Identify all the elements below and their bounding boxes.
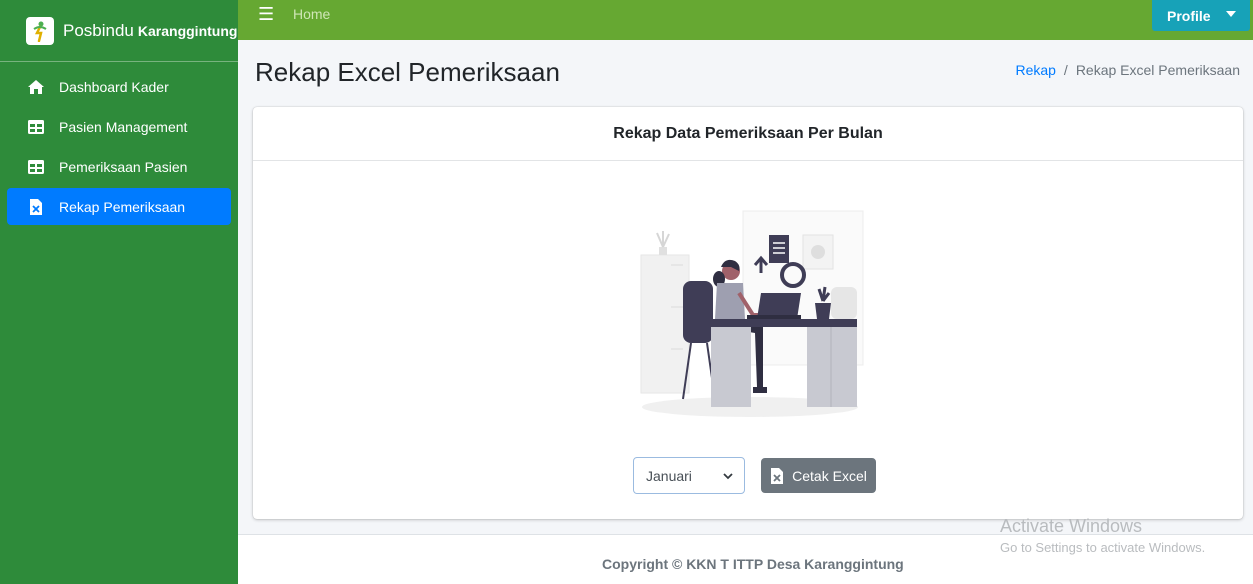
home-icon bbox=[27, 79, 45, 95]
excel-file-icon bbox=[27, 198, 45, 215]
profile-label: Profile bbox=[1167, 7, 1211, 24]
sidebar-item-label: Pasien Management bbox=[59, 118, 188, 135]
cetak-excel-label: Cetak Excel bbox=[792, 467, 867, 484]
windows-watermark-title: Activate Windows bbox=[1000, 516, 1143, 536]
sidebar-nav: Dashboard Kader Pasien Management Pemeri… bbox=[0, 68, 238, 225]
sidebar: Posbindu Karanggintung Dashboard Kader P… bbox=[0, 0, 238, 584]
breadcrumb: Rekap / Rekap Excel Pemeriksaan bbox=[1015, 62, 1240, 78]
sidebar-item-rekap-pemeriksaan[interactable]: Rekap Pemeriksaan bbox=[7, 188, 231, 225]
cetak-excel-button[interactable]: Cetak Excel bbox=[761, 458, 876, 493]
profile-dropdown-button[interactable]: Profile bbox=[1152, 0, 1250, 31]
brand[interactable]: Posbindu Karanggintung bbox=[0, 0, 238, 62]
month-select[interactable]: Januari bbox=[633, 457, 745, 494]
brand-name: Posbindu bbox=[63, 20, 134, 40]
breadcrumb-link-rekap[interactable]: Rekap bbox=[1015, 62, 1055, 78]
sidebar-item-label: Rekap Pemeriksaan bbox=[59, 198, 186, 215]
sidebar-item-pemeriksaan-pasien[interactable]: Pemeriksaan Pasien bbox=[7, 148, 231, 185]
sidebar-item-label: Pemeriksaan Pasien bbox=[59, 158, 188, 175]
card-title: Rekap Data Pemeriksaan Per Bulan bbox=[253, 107, 1243, 161]
windows-watermark-subtitle: Go to Settings to activate Windows. bbox=[1000, 540, 1206, 555]
caret-down-icon bbox=[1226, 11, 1236, 17]
table-icon bbox=[27, 159, 45, 175]
export-controls: Januari Cetak Excel bbox=[633, 457, 876, 494]
excel-file-icon bbox=[770, 467, 784, 484]
topbar: ☰ Home Profile bbox=[238, 0, 1253, 40]
sidebar-item-pasien-management[interactable]: Pasien Management bbox=[7, 108, 231, 145]
sidebar-item-dashboard-kader[interactable]: Dashboard Kader bbox=[7, 68, 231, 105]
hamburger-icon[interactable]: ☰ bbox=[258, 4, 274, 25]
breadcrumb-current: Rekap Excel Pemeriksaan bbox=[1075, 62, 1240, 78]
brand-logo-icon bbox=[26, 16, 54, 45]
rekap-card: Rekap Data Pemeriksaan Per Bulan Januari… bbox=[253, 107, 1243, 519]
office-worker-illustration bbox=[640, 210, 864, 417]
sidebar-item-label: Dashboard Kader bbox=[59, 78, 169, 95]
month-select-value: Januari bbox=[646, 467, 692, 484]
home-link[interactable]: Home bbox=[293, 6, 330, 22]
copyright-text: Copyright © KKN T ITTP Desa Karanggintun… bbox=[602, 556, 904, 572]
page-title: Rekap Excel Pemeriksaan bbox=[255, 57, 560, 87]
brand-sub: Karanggintung bbox=[137, 22, 238, 39]
breadcrumb-separator: / bbox=[1063, 62, 1068, 78]
table-icon bbox=[27, 119, 45, 135]
chevron-down-icon bbox=[722, 469, 734, 485]
